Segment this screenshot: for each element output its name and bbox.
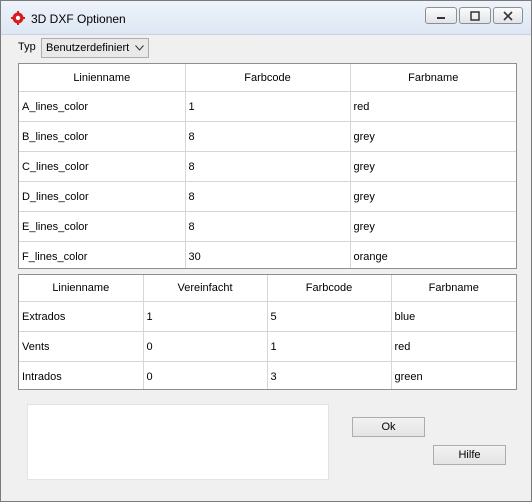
cell-linienname[interactable]: Vents xyxy=(19,331,144,362)
table-row[interactable]: Intrados 0 3 green xyxy=(19,361,516,390)
lines-color-table: Linienname Farbcode Farbname A_lines_col… xyxy=(18,63,517,269)
maximize-icon xyxy=(470,10,480,21)
cell-farbname[interactable]: grey xyxy=(350,181,516,212)
cell-linienname[interactable]: D_lines_color xyxy=(19,181,186,212)
column-header-farbcode[interactable]: Farbcode xyxy=(267,275,392,302)
column-header-farbcode[interactable]: Farbcode xyxy=(185,64,351,92)
cell-linienname[interactable]: Extrados xyxy=(19,301,144,332)
typ-dropdown[interactable]: Benutzerdefiniert xyxy=(41,38,149,58)
minimize-button[interactable] xyxy=(425,7,457,24)
column-header-linienname[interactable]: Linienname xyxy=(19,275,144,302)
cell-linienname[interactable]: E_lines_color xyxy=(19,211,186,242)
table-row[interactable]: A_lines_color 1 red xyxy=(19,91,516,122)
title-bar[interactable]: 3D DXF Optionen xyxy=(1,1,531,35)
column-header-vereinfacht[interactable]: Vereinfacht xyxy=(143,275,268,302)
cell-farbname[interactable]: orange xyxy=(350,242,516,269)
info-text-area[interactable] xyxy=(27,404,329,480)
cell-vereinfacht[interactable]: 0 xyxy=(143,331,268,362)
dialog-window: 3D DXF Optionen Typ Benutzerdefiniert Li… xyxy=(0,0,532,502)
typ-label: Typ xyxy=(18,41,36,53)
column-header-farbname[interactable]: Farbname xyxy=(391,275,516,302)
cell-linienname[interactable]: A_lines_color xyxy=(19,91,186,122)
cell-farbcode[interactable]: 30 xyxy=(185,241,351,268)
cell-farbcode[interactable]: 5 xyxy=(267,301,392,332)
gear-icon xyxy=(11,11,25,25)
table-row[interactable]: Vents 0 1 red xyxy=(19,331,516,362)
cell-farbname[interactable]: grey xyxy=(350,211,516,242)
cell-farbname[interactable]: green xyxy=(391,362,516,390)
cell-farbname[interactable]: grey xyxy=(350,121,516,152)
close-icon xyxy=(503,10,513,21)
cell-linienname[interactable]: F_lines_color xyxy=(19,241,186,268)
cell-farbcode[interactable]: 8 xyxy=(185,121,351,152)
cell-linienname[interactable]: C_lines_color xyxy=(19,151,186,182)
minimize-icon xyxy=(437,16,445,19)
cell-farbname[interactable]: grey xyxy=(350,151,516,182)
table-row[interactable]: C_lines_color 8 grey xyxy=(19,151,516,182)
parts-color-table: Linienname Vereinfacht Farbcode Farbname… xyxy=(18,274,517,390)
cell-vereinfacht[interactable]: 0 xyxy=(143,361,268,389)
cell-farbcode[interactable]: 8 xyxy=(185,181,351,212)
chevron-down-icon xyxy=(135,45,144,51)
cell-farbcode[interactable]: 8 xyxy=(185,151,351,182)
column-header-linienname[interactable]: Linienname xyxy=(19,64,186,92)
table-row[interactable]: E_lines_color 8 grey xyxy=(19,211,516,242)
cell-vereinfacht[interactable]: 1 xyxy=(143,301,268,332)
window-title: 3D DXF Optionen xyxy=(31,12,126,26)
cell-farbname[interactable]: blue xyxy=(391,301,516,332)
table-row[interactable]: B_lines_color 8 grey xyxy=(19,121,516,152)
typ-selected-value: Benutzerdefiniert xyxy=(46,42,130,54)
close-button[interactable] xyxy=(493,7,523,24)
maximize-button[interactable] xyxy=(459,7,491,24)
cell-linienname[interactable]: B_lines_color xyxy=(19,121,186,152)
column-header-farbname[interactable]: Farbname xyxy=(350,64,516,92)
help-button[interactable]: Hilfe xyxy=(433,445,506,465)
table-row[interactable]: D_lines_color 8 grey xyxy=(19,181,516,212)
cell-farbname[interactable]: red xyxy=(350,91,516,122)
cell-farbname[interactable]: red xyxy=(391,331,516,362)
cell-farbcode[interactable]: 1 xyxy=(267,331,392,362)
table-row[interactable]: Extrados 1 5 blue xyxy=(19,301,516,332)
ok-button[interactable]: Ok xyxy=(352,417,425,437)
cell-farbcode[interactable]: 3 xyxy=(267,361,392,389)
table-row[interactable]: F_lines_color 30 orange xyxy=(19,241,516,269)
cell-linienname[interactable]: Intrados xyxy=(19,361,144,389)
cell-farbcode[interactable]: 1 xyxy=(185,91,351,122)
cell-farbcode[interactable]: 8 xyxy=(185,211,351,242)
